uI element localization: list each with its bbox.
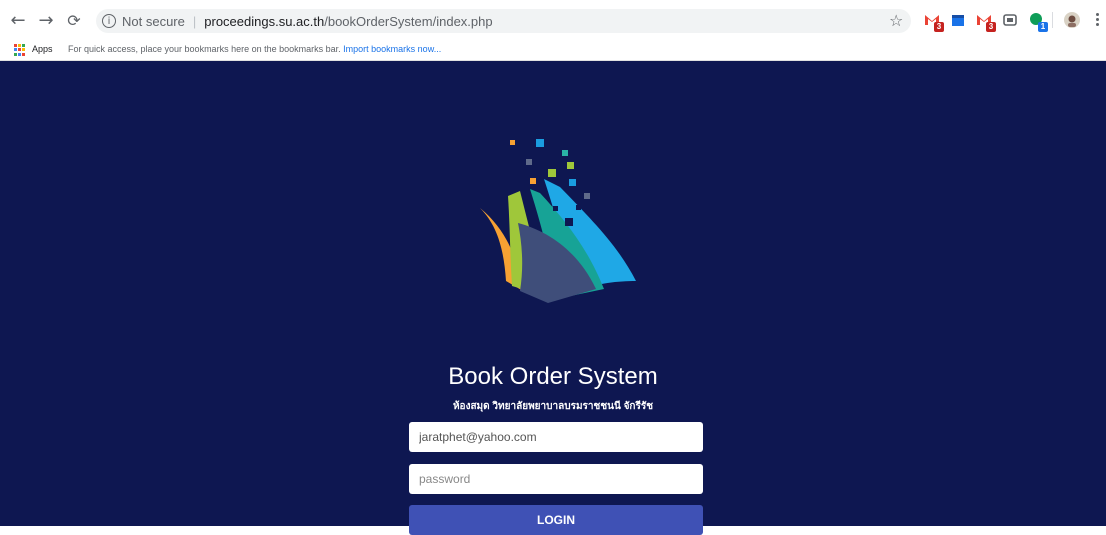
- browser-toolbar: ← → ⟳ i Not secure | proceedings.su.ac.t…: [0, 0, 1106, 40]
- email-field[interactable]: [409, 422, 703, 452]
- book-logo-icon: [468, 131, 638, 321]
- page-subtitle: ห้องสมุด วิทยาลัยพยาบาลบรมราชชนนี จักรีร…: [452, 401, 654, 412]
- login-button[interactable]: LOGIN: [409, 505, 703, 535]
- gmail-checker-icon[interactable]: 3: [976, 12, 996, 32]
- info-icon[interactable]: i: [102, 14, 116, 28]
- password-field[interactable]: [409, 464, 703, 494]
- calendar-ext-icon[interactable]: [950, 12, 966, 28]
- hangouts-badge: 1: [1038, 22, 1048, 32]
- bookmarks-bar: Apps For quick access, place your bookma…: [0, 40, 1106, 61]
- not-secure-label: Not secure: [122, 13, 185, 29]
- address-bar[interactable]: i Not secure | proceedings.su.ac.th/book…: [96, 9, 911, 33]
- url-path: /bookOrderSystem/index.php: [324, 13, 493, 29]
- gmail-checker-badge: 3: [986, 22, 996, 32]
- page-title: Book Order System: [448, 363, 658, 390]
- gmail-badge: 3: [934, 22, 944, 32]
- url-separator: |: [192, 13, 197, 29]
- url-host: proceedings.su.ac.th: [204, 13, 325, 29]
- login-page: Book Order System ห้องสมุด วิทยาลัยพยาบา…: [0, 61, 1106, 535]
- apps-grid-icon[interactable]: [14, 44, 26, 56]
- hangouts-icon[interactable]: 1: [1028, 12, 1048, 32]
- bookmarks-hint-text: For quick access, place your bookmarks h…: [68, 44, 341, 54]
- import-bookmarks-link[interactable]: Import bookmarks now...: [343, 44, 441, 54]
- apps-label[interactable]: Apps: [32, 44, 53, 54]
- back-arrow-icon[interactable]: ←: [8, 10, 28, 31]
- chrome-menu-icon[interactable]: [1096, 12, 1100, 28]
- gmail-icon[interactable]: 3: [924, 12, 944, 32]
- reload-icon[interactable]: ⟳: [64, 10, 84, 30]
- profile-avatar[interactable]: [1064, 12, 1080, 28]
- chat-ext-icon[interactable]: [1002, 12, 1018, 28]
- toolbar-divider: [1052, 12, 1053, 28]
- bookmark-star-icon[interactable]: ☆: [889, 11, 903, 30]
- forward-arrow-icon[interactable]: →: [36, 10, 56, 31]
- bookmarks-hint: For quick access, place your bookmarks h…: [68, 44, 441, 54]
